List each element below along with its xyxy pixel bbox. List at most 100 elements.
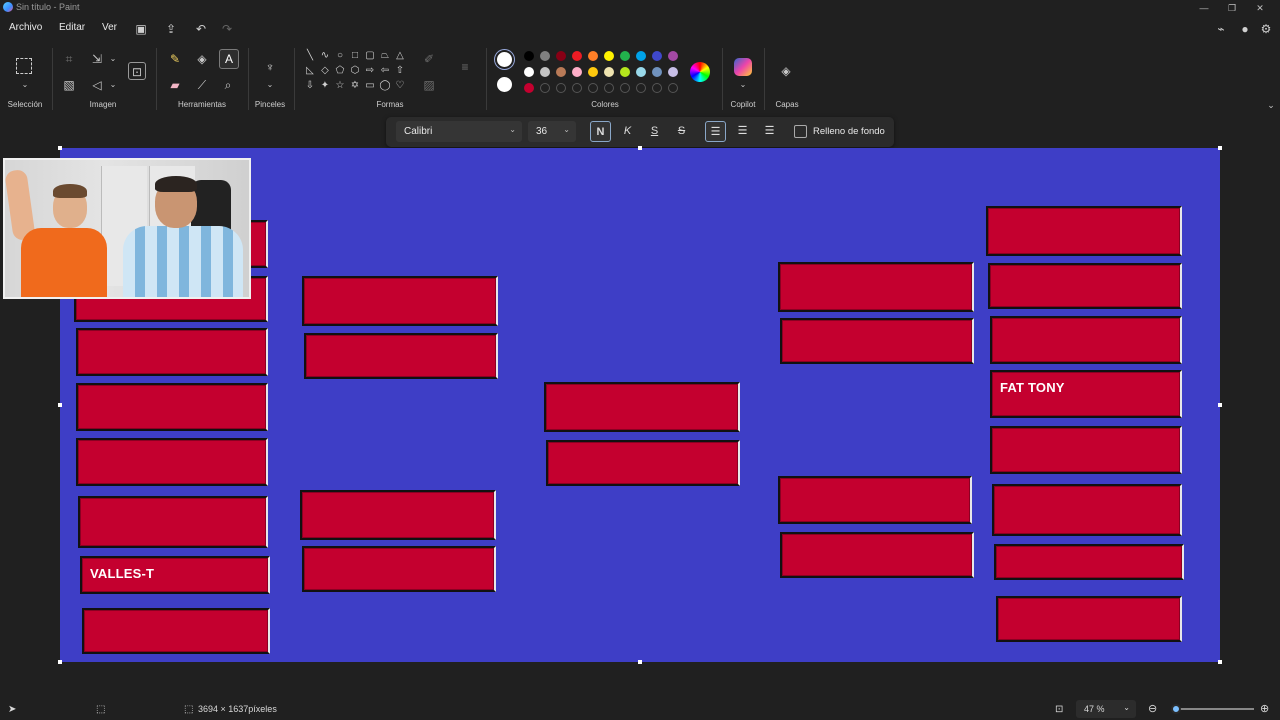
eraser-icon[interactable]: ▰ bbox=[166, 76, 184, 94]
align-left-icon[interactable]: ☰ bbox=[705, 121, 726, 142]
chevron-down-icon[interactable]: ⌄ bbox=[104, 76, 122, 94]
line-shape-icon[interactable]: ╲ bbox=[304, 50, 316, 62]
resize-handle[interactable] bbox=[1218, 146, 1222, 150]
feedback-icon[interactable]: ⌁ bbox=[1214, 22, 1228, 36]
remove-background-icon[interactable]: ▧ bbox=[60, 76, 78, 94]
undo-icon[interactable]: ↶ bbox=[194, 22, 208, 36]
shape-fill-icon[interactable]: ▨ bbox=[420, 76, 438, 94]
primary-color-swatch[interactable] bbox=[497, 52, 512, 67]
crop-icon[interactable]: ⌗ bbox=[60, 50, 78, 68]
color-swatch[interactable] bbox=[604, 67, 614, 77]
align-right-icon[interactable]: ☰ bbox=[759, 121, 780, 142]
color-swatch[interactable] bbox=[572, 51, 582, 61]
fill-background-checkbox[interactable] bbox=[794, 125, 807, 138]
pencil-icon[interactable]: ✎ bbox=[166, 50, 184, 68]
bold-button[interactable]: N bbox=[590, 121, 611, 142]
color-swatch[interactable] bbox=[620, 67, 630, 77]
down-arrow-shape-icon[interactable]: ⇩ bbox=[304, 80, 316, 92]
restore-button[interactable]: ❐ bbox=[1220, 1, 1244, 15]
zoom-select[interactable]: 47 % ⌄ bbox=[1076, 700, 1136, 718]
fit-to-window-icon[interactable]: ⊡ bbox=[1055, 704, 1063, 715]
image-generator-icon[interactable]: ⊡ bbox=[128, 62, 146, 80]
copilot-icon[interactable] bbox=[734, 58, 752, 76]
outline-icon[interactable]: ✐ bbox=[420, 50, 438, 68]
close-button[interactable]: ✕ bbox=[1248, 1, 1272, 15]
six-point-star-shape-icon[interactable]: ✡ bbox=[349, 80, 361, 92]
minimize-button[interactable]: — bbox=[1192, 1, 1216, 15]
color-swatch[interactable] bbox=[636, 51, 646, 61]
color-swatch[interactable] bbox=[652, 67, 662, 77]
chevron-down-icon[interactable]: ⌄ bbox=[16, 76, 34, 94]
zoom-out-icon[interactable]: ⊖ bbox=[1148, 702, 1157, 715]
text-tool-icon[interactable]: A bbox=[219, 49, 239, 69]
font-size-select[interactable]: 36 ⌄ bbox=[528, 121, 576, 142]
resize-handle[interactable] bbox=[58, 403, 62, 407]
curve-shape-icon[interactable]: ∿ bbox=[319, 50, 331, 62]
diamond-shape-icon[interactable]: ◇ bbox=[319, 65, 331, 77]
custom-color-slot[interactable] bbox=[636, 83, 646, 93]
color-swatch[interactable] bbox=[668, 51, 678, 61]
color-swatch[interactable] bbox=[524, 51, 534, 61]
hexagon-shape-icon[interactable]: ⬡ bbox=[349, 65, 361, 77]
pentagon-shape-icon[interactable]: ⬠ bbox=[334, 65, 346, 77]
color-swatch[interactable] bbox=[572, 67, 582, 77]
resize-handle[interactable] bbox=[638, 660, 642, 664]
oval-callout-shape-icon[interactable]: ◯ bbox=[379, 80, 391, 92]
resize-handle[interactable] bbox=[1218, 403, 1222, 407]
four-point-star-shape-icon[interactable]: ✦ bbox=[319, 80, 331, 92]
menu-file[interactable]: Archivo bbox=[9, 22, 42, 33]
account-icon[interactable]: ● bbox=[1238, 22, 1252, 36]
resize-handle[interactable] bbox=[58, 146, 62, 150]
custom-color-slot[interactable] bbox=[556, 83, 566, 93]
save-icon[interactable]: ▣ bbox=[134, 22, 148, 36]
underline-button[interactable]: S bbox=[644, 121, 665, 142]
left-arrow-shape-icon[interactable]: ⇦ bbox=[379, 65, 391, 77]
rect-callout-shape-icon[interactable]: ▭ bbox=[364, 80, 376, 92]
chevron-down-icon[interactable]: ⌄ bbox=[104, 50, 122, 68]
fill-bucket-icon[interactable]: ◈ bbox=[193, 50, 211, 68]
chevron-down-icon[interactable]: ⌄ bbox=[734, 76, 752, 94]
settings-gear-icon[interactable]: ⚙ bbox=[1259, 22, 1273, 36]
triangle-shape-icon[interactable]: △ bbox=[394, 50, 406, 62]
layers-icon[interactable]: ◈ bbox=[777, 62, 795, 80]
resize-handle[interactable] bbox=[58, 660, 62, 664]
color-swatch[interactable] bbox=[540, 67, 550, 77]
menu-edit[interactable]: Editar bbox=[59, 22, 85, 33]
custom-color-slot[interactable] bbox=[540, 83, 550, 93]
custom-color-slot[interactable] bbox=[668, 83, 678, 93]
color-swatch[interactable] bbox=[524, 83, 534, 93]
color-swatch[interactable] bbox=[636, 67, 646, 77]
custom-color-slot[interactable] bbox=[620, 83, 630, 93]
custom-color-slot[interactable] bbox=[604, 83, 614, 93]
heart-shape-icon[interactable]: ♡ bbox=[394, 80, 406, 92]
select-rectangle-icon[interactable] bbox=[16, 58, 32, 74]
redo-icon[interactable]: ↷ bbox=[220, 22, 234, 36]
italic-button[interactable]: K bbox=[617, 121, 638, 142]
brush-icon[interactable]: ♆ bbox=[261, 58, 279, 76]
up-arrow-shape-icon[interactable]: ⇧ bbox=[394, 65, 406, 77]
resize-handle[interactable] bbox=[1218, 660, 1222, 664]
edit-colors-icon[interactable] bbox=[690, 62, 710, 82]
zoom-in-icon[interactable]: ⊕ bbox=[1260, 702, 1269, 715]
color-swatch[interactable] bbox=[668, 67, 678, 77]
color-swatch[interactable] bbox=[604, 51, 614, 61]
polygon-shape-icon[interactable]: ⏢ bbox=[379, 50, 391, 62]
oval-shape-icon[interactable]: ○ bbox=[334, 50, 346, 62]
share-icon[interactable]: ⇪ bbox=[164, 22, 178, 36]
five-point-star-shape-icon[interactable]: ☆ bbox=[334, 80, 346, 92]
color-picker-icon[interactable]: ⟋ bbox=[193, 76, 211, 94]
resize-handle[interactable] bbox=[638, 146, 642, 150]
magnifier-icon[interactable]: ⌕ bbox=[219, 76, 237, 94]
rounded-rectangle-shape-icon[interactable]: ▢ bbox=[364, 50, 376, 62]
font-family-select[interactable]: Calibri ⌄ bbox=[396, 121, 522, 142]
line-width-icon[interactable]: ≡ bbox=[456, 58, 474, 76]
menu-view[interactable]: Ver bbox=[102, 22, 117, 33]
strikethrough-button[interactable]: S bbox=[671, 121, 692, 142]
right-triangle-shape-icon[interactable]: ◺ bbox=[304, 65, 316, 77]
color-swatch[interactable] bbox=[556, 67, 566, 77]
custom-color-slot[interactable] bbox=[588, 83, 598, 93]
rectangle-shape-icon[interactable]: □ bbox=[349, 50, 361, 62]
color-swatch[interactable] bbox=[524, 67, 534, 77]
custom-color-slot[interactable] bbox=[652, 83, 662, 93]
color-swatch[interactable] bbox=[556, 51, 566, 61]
